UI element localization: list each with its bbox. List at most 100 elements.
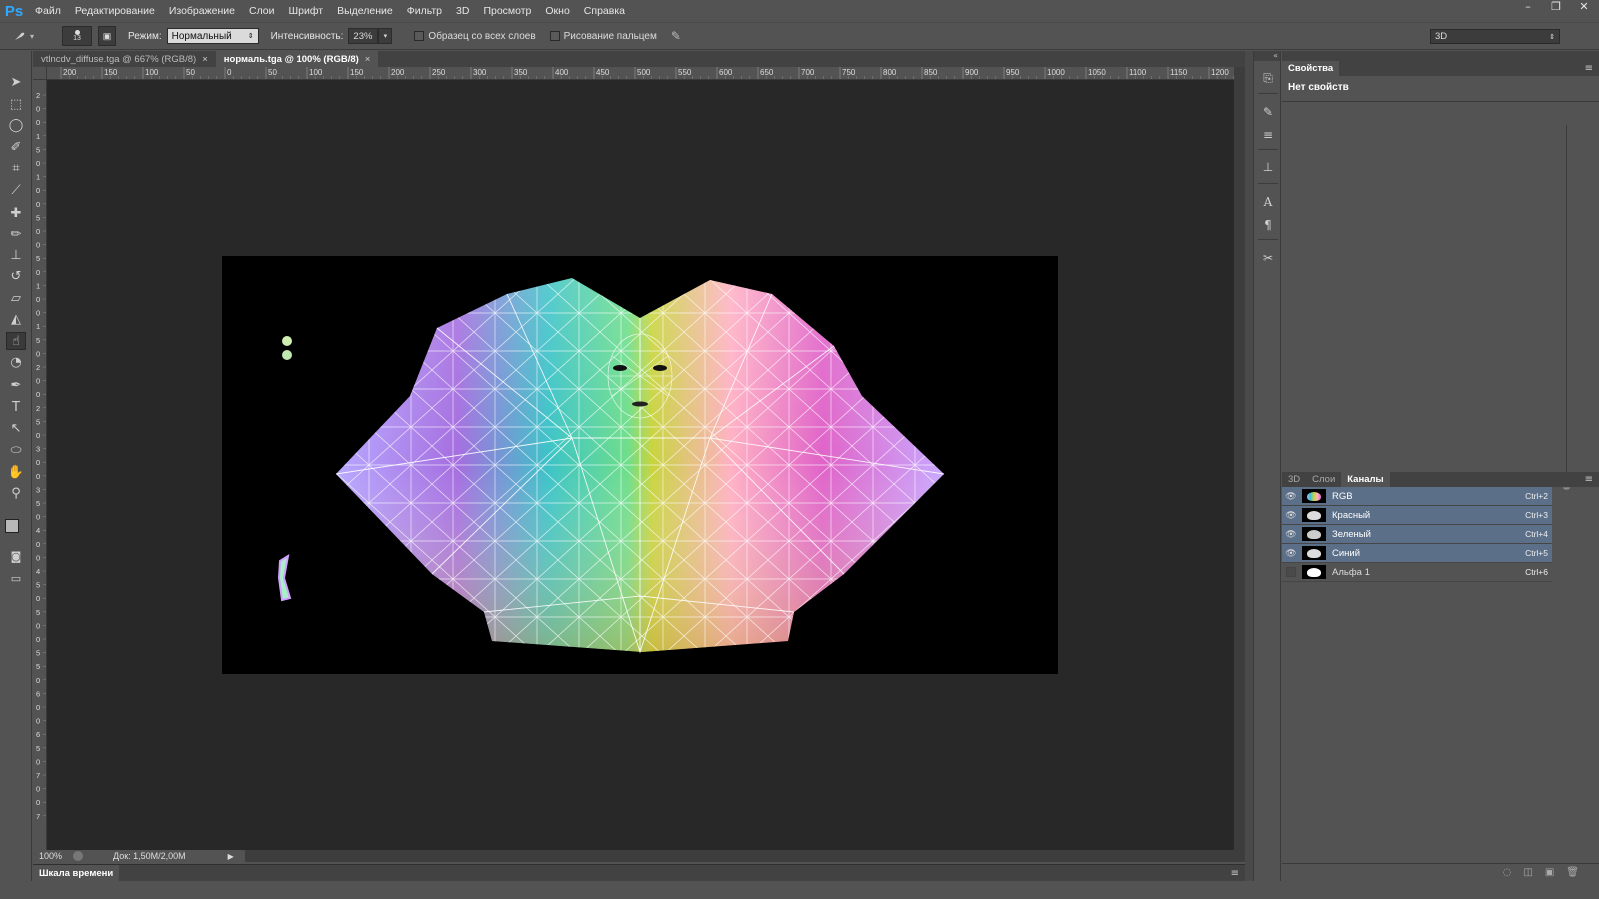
marquee-tool-icon[interactable]: ⬚ <box>6 95 26 113</box>
close-icon[interactable]: × <box>365 54 371 65</box>
channel-row-rgb[interactable]: 👁 RGB Ctrl+2 <box>1282 487 1552 506</box>
eraser-tool-icon[interactable]: ▱ <box>6 289 26 307</box>
type-tool-icon[interactable]: T <box>6 398 26 416</box>
close-icon[interactable]: × <box>202 54 208 65</box>
history-panel-icon[interactable]: ⎘ <box>1258 69 1278 87</box>
menu-filter[interactable]: Фильтр <box>400 0 449 22</box>
pen-tool-icon[interactable]: ✒ <box>6 376 26 394</box>
menu-layers[interactable]: Слои <box>242 0 282 22</box>
mode-select[interactable]: Нормальный ⇕ <box>166 28 259 44</box>
brush-presets-icon[interactable]: ≡ <box>1258 126 1278 144</box>
ruler-label: 2 <box>36 363 40 372</box>
trash-icon[interactable]: 🗑 <box>1566 867 1579 878</box>
tools-panel: ➤ ⬚ ◯ ✐ ⌗ ⟋ ✚ ✏ ⊥ ↺ ▱ ◭ ☝ ◔ ✒ T ↖ ⬭ ✋ ⚲ … <box>0 51 32 899</box>
brush-panel-toggle[interactable]: ▣ <box>98 26 116 46</box>
paint-bucket-tool-icon[interactable]: ◭ <box>6 310 26 328</box>
quick-selection-tool-icon[interactable]: ✐ <box>6 138 26 156</box>
panel-collapse-strip[interactable] <box>1245 51 1253 881</box>
horizontal-ruler[interactable]: 200 150 100 50 0 50 100 150 200 250 300 350 400 450 50… <box>47 67 1237 80</box>
tab-document-normal[interactable]: нормаль.tga @ 100% (RGB/8) × <box>215 51 379 67</box>
tab-document-diffuse[interactable]: vtlncdv_diffuse.tga @ 667% (RGB/8) × <box>33 51 216 67</box>
panel-menu-icon[interactable]: ≡ <box>1585 474 1599 485</box>
menu-edit[interactable]: Редактирование <box>68 0 162 22</box>
finger-painting-option[interactable]: Рисование пальцем <box>549 31 657 42</box>
move-tool-icon[interactable]: ➤ <box>6 73 26 91</box>
ruler-origin[interactable] <box>33 67 47 80</box>
channel-row-alpha[interactable]: Альфа 1 Ctrl+6 <box>1282 563 1552 582</box>
menu-type[interactable]: Шрифт <box>282 0 331 22</box>
strength-dropdown[interactable]: ▾ <box>378 28 393 44</box>
brush-size-picker[interactable]: 13 <box>62 26 92 46</box>
lasso-tool-icon[interactable]: ◯ <box>6 116 26 134</box>
crop-tool-icon[interactable]: ⌗ <box>6 159 26 177</box>
zoom-level[interactable]: 100% <box>33 851 73 861</box>
dodge-tool-icon[interactable]: ◔ <box>6 353 26 371</box>
menu-select[interactable]: Выделение <box>330 0 400 22</box>
close-icon[interactable]: ✕ <box>1577 0 1591 14</box>
timeline-title[interactable]: Шкала времени <box>33 864 120 882</box>
zoom-tool-icon[interactable]: ⚲ <box>6 484 26 502</box>
path-selection-tool-icon[interactable]: ↖ <box>6 419 26 437</box>
healing-brush-tool-icon[interactable]: ✚ <box>6 204 26 222</box>
tool-preset-picker[interactable]: ▾ <box>12 25 56 47</box>
history-brush-tool-icon[interactable]: ↺ <box>6 267 26 285</box>
status-info-icon[interactable] <box>73 851 83 861</box>
quick-mask-icon[interactable]: ◙ <box>6 547 26 565</box>
restore-icon[interactable]: ❐ <box>1549 0 1563 14</box>
paragraph-panel-icon[interactable]: ¶ <box>1258 216 1278 234</box>
ruler-label: 550 <box>678 68 692 77</box>
channel-row-red[interactable]: 👁 Красный Ctrl+3 <box>1282 506 1552 525</box>
hand-tool-icon[interactable]: ✋ <box>6 463 26 481</box>
brush-tool-icon[interactable]: ✏ <box>6 225 26 243</box>
menu-image[interactable]: Изображение <box>162 0 242 22</box>
dock-collapse-icon[interactable]: « <box>1254 51 1280 61</box>
clone-stamp-tool-icon[interactable]: ⊥ <box>6 246 26 264</box>
eye-icon[interactable]: 👁 <box>1282 491 1300 502</box>
foreground-color-swatch[interactable] <box>5 519 19 533</box>
tab-3d[interactable]: 3D <box>1282 472 1306 487</box>
save-selection-icon[interactable]: ◫ <box>1523 867 1532 878</box>
sample-all-layers-option[interactable]: Образец со всех слоев <box>414 31 536 42</box>
screen-mode-icon[interactable]: ▭ <box>6 569 26 587</box>
menu-window[interactable]: Окно <box>538 0 576 22</box>
tab-layers[interactable]: Слои <box>1306 472 1341 487</box>
vertical-scrollbar[interactable] <box>1234 67 1245 850</box>
channel-row-green[interactable]: 👁 Зеленый Ctrl+4 <box>1282 525 1552 544</box>
channel-row-blue[interactable]: 👁 Синий Ctrl+5 <box>1282 544 1552 563</box>
vertical-ruler[interactable]: 2 0 0 1 5 0 1 0 0 5 0 0 5 0 1 0 0 1 5 0 2 0 0 2 5 0 3 0 0 3 5 0 4 0 0 4 5 0 5 0… <box>33 80 47 850</box>
workspace-select[interactable]: 3D ⇕ <box>1430 29 1560 44</box>
strength-input[interactable]: 23% <box>348 28 379 44</box>
ellipse-tool-icon[interactable]: ⬭ <box>6 441 26 459</box>
panel-menu-icon[interactable]: ≡ <box>1585 63 1599 74</box>
menu-3d[interactable]: 3D <box>449 0 476 22</box>
status-menu-arrow-icon[interactable]: ▶ <box>228 852 234 861</box>
menu-file[interactable]: Файл <box>28 0 68 22</box>
sample-all-layers-checkbox[interactable] <box>414 31 425 41</box>
minimize-icon[interactable]: – <box>1521 0 1535 14</box>
eye-icon[interactable]: 👁 <box>1282 510 1300 521</box>
channel-shortcut: Ctrl+3 <box>1525 510 1548 520</box>
tab-properties[interactable]: Свойства <box>1282 61 1340 76</box>
character-panel-icon[interactable]: A <box>1258 193 1278 211</box>
brush-panel-icon[interactable]: ✎ <box>1258 103 1278 121</box>
properties-scrollbar[interactable] <box>1566 125 1567 485</box>
visibility-toggle[interactable] <box>1286 567 1296 577</box>
tab-channels[interactable]: Каналы <box>1341 472 1390 487</box>
canvas-workspace[interactable] <box>47 80 1234 850</box>
ruler-label: 1 <box>36 322 40 331</box>
eyedropper-tool-icon[interactable]: ⟋ <box>6 181 26 199</box>
clone-source-icon[interactable]: ⊥ <box>1258 158 1278 176</box>
menu-help[interactable]: Справка <box>577 0 632 22</box>
panel-menu-icon[interactable]: ≡ <box>1231 868 1245 879</box>
load-selection-icon[interactable]: ◌ <box>1503 867 1512 878</box>
eye-icon[interactable]: 👁 <box>1282 548 1300 559</box>
finger-painting-checkbox[interactable] <box>549 31 560 41</box>
new-channel-icon[interactable]: ▣ <box>1545 867 1554 878</box>
eye-icon[interactable]: 👁 <box>1282 529 1300 540</box>
menu-view[interactable]: Просмотр <box>476 0 538 22</box>
smudge-tool-icon[interactable]: ☝ <box>6 332 26 350</box>
document-canvas[interactable] <box>222 256 1058 674</box>
tool-presets-icon[interactable]: ✂ <box>1258 249 1278 267</box>
ruler-label: 1200 <box>1211 68 1229 77</box>
pressure-icon[interactable]: ✎ <box>671 29 681 43</box>
